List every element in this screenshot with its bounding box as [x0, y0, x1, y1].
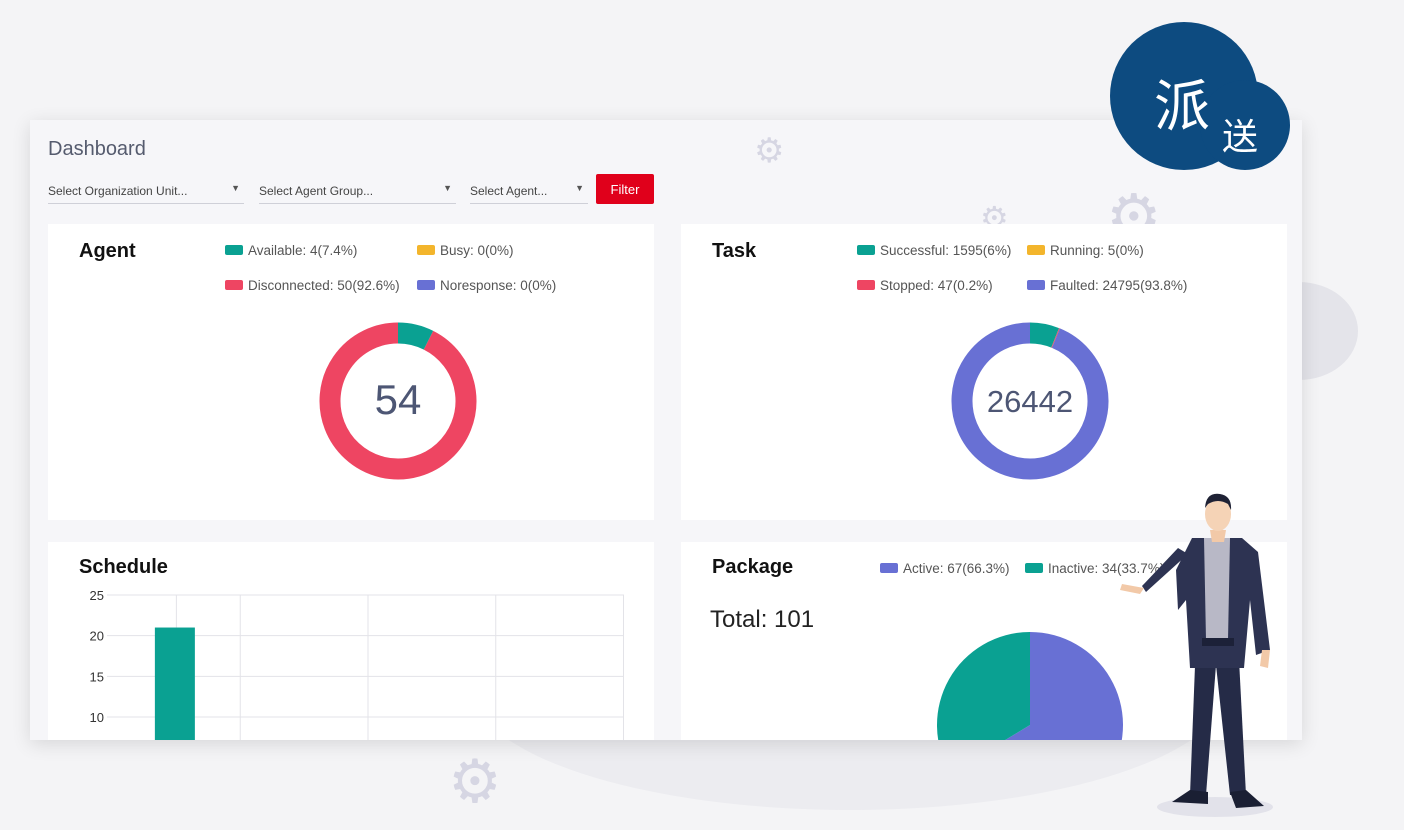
legend-label: Faulted: 24795(93.8%) — [1050, 278, 1188, 293]
task-card: Task Successful: 1595(6%) Running: 5(0%)… — [681, 224, 1287, 520]
presenter-hand — [1120, 584, 1144, 594]
filter-button[interactable]: Filter — [596, 174, 654, 204]
legend-label: Available: 4(7.4%) — [248, 243, 358, 258]
legend-swatch — [417, 245, 435, 255]
agent-select[interactable]: Select Agent... ▼ — [470, 180, 588, 204]
schedule-bar[interactable] — [154, 627, 195, 740]
legend-swatch — [417, 280, 435, 290]
task-total: 26442 — [987, 384, 1073, 419]
schedule-card: Schedule 10 15 20 25 — [48, 542, 654, 740]
agent-group-select[interactable]: Select Agent Group... ▼ — [259, 180, 456, 204]
legend-swatch — [1027, 280, 1045, 290]
y-tick-label: 20 — [90, 629, 104, 644]
legend-label: Successful: 1595(6%) — [880, 243, 1012, 258]
chevron-down-icon: ▼ — [231, 183, 240, 193]
pie-slice-inactive[interactable] — [937, 632, 1030, 740]
legend-swatch — [857, 245, 875, 255]
legend-label: Noresponse: 0(0%) — [440, 278, 557, 293]
badge-char-1: 派 — [1154, 75, 1210, 140]
chevron-down-icon: ▼ — [443, 183, 452, 193]
legend-swatch — [225, 280, 243, 290]
legend-label: Stopped: 47(0.2%) — [880, 278, 993, 293]
agent-donut-chart: 54 — [319, 322, 477, 480]
agent-card: Agent Available: 4(7.4%) Busy: 0(0%) Dis… — [48, 224, 654, 520]
agent-select-label: Select Agent... — [470, 184, 548, 198]
legend-label: Disconnected: 50(92.6%) — [248, 278, 400, 293]
presenter-left-shoe — [1172, 790, 1208, 804]
legend-label: Running: 5(0%) — [1050, 243, 1144, 258]
legend-active[interactable]: Active: 67(66.3%) — [880, 561, 1010, 576]
task-donut-chart: 26442 — [951, 322, 1109, 480]
schedule-bar-chart: 10 15 20 25 — [90, 588, 624, 740]
legend-busy[interactable]: Busy: 0(0%) — [417, 243, 514, 258]
legend-available[interactable]: Available: 4(7.4%) — [225, 243, 357, 258]
legend-disconnected[interactable]: Disconnected: 50(92.6%) — [225, 278, 400, 293]
presenter-illustration — [1120, 493, 1273, 817]
agent-title: Agent — [79, 240, 136, 262]
legend-swatch — [225, 245, 243, 255]
org-unit-select-label: Select Organization Unit... — [48, 184, 188, 198]
legend-label: Busy: 0(0%) — [440, 243, 514, 258]
donut-segment-successful[interactable] — [1029, 322, 1060, 348]
presenter-belt — [1202, 638, 1234, 646]
legend-successful[interactable]: Successful: 1595(6%) — [857, 243, 1011, 258]
donut-segment-available[interactable] — [397, 322, 434, 350]
gear-icon: ⚙ — [754, 131, 785, 171]
legend-swatch — [880, 563, 898, 573]
page-title: Dashboard — [48, 138, 146, 160]
package-title: Package — [712, 556, 794, 578]
dashboard-window: Dashboard Select Organization Unit... ▼ … — [30, 120, 1302, 740]
legend-label: Active: 67(66.3%) — [903, 561, 1010, 576]
y-tick-label: 15 — [90, 669, 104, 684]
y-tick-label: 10 — [90, 710, 104, 725]
agent-total: 54 — [375, 376, 422, 423]
legend-running[interactable]: Running: 5(0%) — [1027, 243, 1144, 258]
legend-swatch — [857, 280, 875, 290]
org-unit-select[interactable]: Select Organization Unit... ▼ — [48, 180, 244, 204]
presenter-neck — [1210, 530, 1226, 542]
legend-noresponse[interactable]: Noresponse: 0(0%) — [417, 278, 556, 293]
legend-swatch — [1025, 563, 1043, 573]
presenter-right-shoe — [1230, 790, 1264, 808]
legend-swatch — [1027, 245, 1045, 255]
agent-group-select-label: Select Agent Group... — [259, 184, 374, 198]
y-tick-label: 25 — [90, 588, 104, 603]
package-pie-chart — [937, 632, 1123, 740]
gear-icon: ⚙ — [448, 747, 502, 817]
chevron-down-icon: ▼ — [575, 183, 584, 193]
legend-faulted[interactable]: Faulted: 24795(93.8%) — [1027, 278, 1187, 293]
badge-char-2: 送 — [1222, 117, 1259, 158]
package-total: Total: 101 — [710, 606, 815, 633]
presenter-shirt — [1204, 538, 1230, 640]
legend-stopped[interactable]: Stopped: 47(0.2%) — [857, 278, 993, 293]
task-title: Task — [712, 240, 757, 262]
